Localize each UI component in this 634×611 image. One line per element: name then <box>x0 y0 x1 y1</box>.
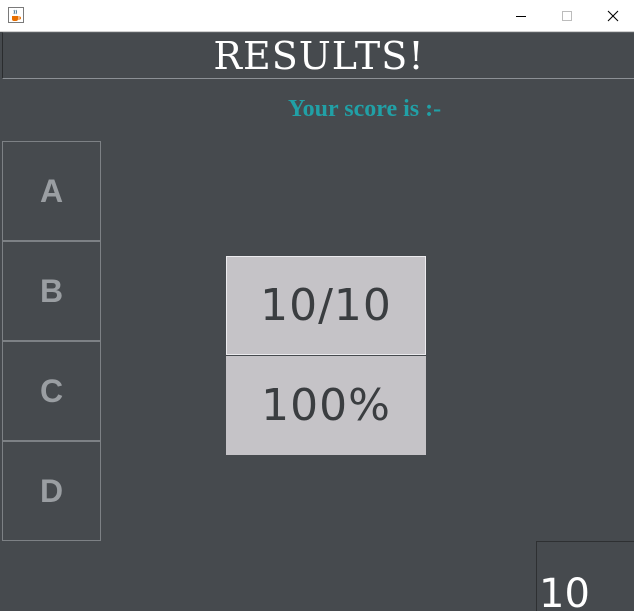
maximize-button[interactable] <box>544 0 590 31</box>
option-b-button[interactable]: B <box>2 241 101 341</box>
minimize-icon <box>516 15 526 17</box>
score-percent: 100% <box>226 356 426 455</box>
option-a-button[interactable]: A <box>2 141 101 241</box>
page-title: RESULTS! <box>213 34 425 78</box>
close-button[interactable] <box>590 0 634 31</box>
option-c-button[interactable]: C <box>2 341 101 441</box>
app-window: RESULTS! Your score is :- A B C D 10/10 … <box>0 0 634 611</box>
question-count: 10 <box>539 571 590 611</box>
maximize-icon <box>562 10 572 21</box>
title-bar[interactable] <box>0 0 634 32</box>
java-cup-icon <box>8 7 24 23</box>
close-icon <box>607 10 619 21</box>
score-caption: Your score is :- <box>288 96 442 122</box>
minimize-button[interactable] <box>498 0 544 31</box>
corner-panel: 10 <box>536 541 634 611</box>
header-panel: RESULTS! <box>2 32 634 79</box>
option-d-button[interactable]: D <box>2 441 101 541</box>
score-fraction: 10/10 <box>226 256 426 355</box>
